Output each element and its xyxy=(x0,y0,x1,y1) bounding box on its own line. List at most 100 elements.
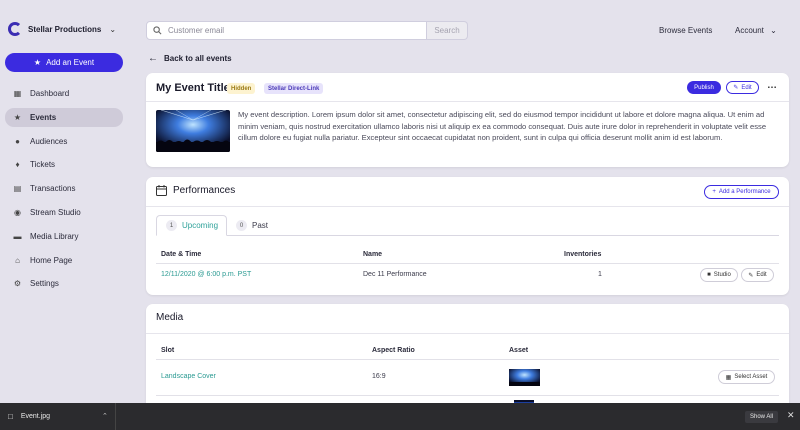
add-event-label: Add an Event xyxy=(46,58,95,67)
event-description: My event description. Lorem ipsum dolor … xyxy=(238,110,767,142)
sidebar-item-label: Transactions xyxy=(30,184,76,194)
column-header-date: Date & Time xyxy=(161,251,202,258)
row-divider xyxy=(156,395,779,396)
sidebar-nav: ▦ Dashboard ★ Events ● Audiences ♦ Ticke… xyxy=(5,84,123,298)
chevron-up-icon[interactable]: ⌃ xyxy=(102,412,108,420)
browse-events-link[interactable]: Browse Events xyxy=(659,26,712,35)
sidebar-item-label: Media Library xyxy=(30,231,79,241)
column-header-name: Name xyxy=(363,251,383,258)
pencil-icon: ✎ xyxy=(748,272,754,279)
sidebar-item-label: Events xyxy=(30,112,57,122)
sidebar-item-media-library[interactable]: ▬ Media Library xyxy=(5,227,123,246)
arrow-left-icon: ← xyxy=(148,53,158,64)
gear-icon: ⚙ xyxy=(13,279,22,289)
column-header-aspect-ratio: Aspect Ratio xyxy=(372,347,415,354)
more-options-button[interactable]: … xyxy=(767,80,777,91)
add-performance-button[interactable]: + Add a Performance xyxy=(704,185,779,199)
back-link[interactable]: ← Back to all events xyxy=(148,53,232,64)
event-card: My Event Title Hidden Stellar Direct-Lin… xyxy=(146,73,789,167)
stream-icon: ◉ xyxy=(14,207,21,217)
sidebar-item-label: Settings xyxy=(30,279,59,289)
divider xyxy=(146,101,789,102)
edit-event-button[interactable]: ✎ Edit xyxy=(726,81,759,94)
select-asset-label: Select Asset xyxy=(734,374,768,380)
sidebar-item-dashboard[interactable]: ▦ Dashboard xyxy=(5,84,123,103)
sidebar-item-transactions[interactable]: ▤ Transactions xyxy=(5,179,123,198)
show-all-button[interactable]: Show All xyxy=(745,411,779,423)
users-icon: ● xyxy=(15,136,20,146)
plus-icon: + xyxy=(712,189,716,195)
column-header-inventories: Inventories xyxy=(564,251,602,258)
divider xyxy=(146,206,789,207)
edit-label: Edit xyxy=(741,84,752,91)
table-header-divider xyxy=(156,359,779,360)
video-camera-icon: ■ xyxy=(707,272,711,278)
home-icon: ⌂ xyxy=(15,255,20,265)
chevron-down-icon: ⌄ xyxy=(770,26,777,35)
table-header-divider xyxy=(156,263,779,264)
search-button[interactable]: Search xyxy=(427,21,468,40)
download-item[interactable]: □ Event.jpg xyxy=(0,403,116,430)
calendar-icon xyxy=(156,185,167,196)
sidebar-item-label: Dashboard xyxy=(30,89,70,98)
download-bar: □ Event.jpg ⌃ Show All ✕ xyxy=(0,403,800,430)
publish-button[interactable]: Publish xyxy=(687,81,721,94)
performances-header: Performances xyxy=(156,185,235,196)
ticket-icon: ♦ xyxy=(15,160,20,170)
account-label: Account xyxy=(735,26,764,35)
event-title: My Event Title xyxy=(156,82,230,94)
add-event-button[interactable]: ★ Add an Event xyxy=(5,53,123,72)
download-file-name: Event.jpg xyxy=(20,413,51,420)
performance-date-link[interactable]: 12/11/2020 @ 6:00 p.m. PST xyxy=(161,271,251,278)
account-menu[interactable]: Account ⌄ xyxy=(735,26,777,35)
file-icon: □ xyxy=(8,412,13,421)
transactions-icon: ▤ xyxy=(13,184,22,194)
column-header-asset: Asset xyxy=(509,347,529,354)
search-input[interactable] xyxy=(168,26,408,35)
sidebar-item-label: Audiences xyxy=(30,136,68,146)
performances-card: Performances + Add a Performance 1 Upcom… xyxy=(146,177,789,295)
studio-button[interactable]: ■ Studio xyxy=(700,268,738,282)
star-icon: ★ xyxy=(33,58,42,67)
sidebar-item-label: Home Page xyxy=(30,255,73,265)
asset-thumbnail xyxy=(509,369,540,386)
sidebar: Stellar Productions ⌄ ★ Add an Event ▦ D… xyxy=(0,0,130,403)
hidden-badge: Hidden xyxy=(227,83,256,94)
tab-past[interactable]: 0 Past xyxy=(236,215,268,236)
tab-label: Past xyxy=(252,221,269,230)
back-label: Back to all events xyxy=(164,54,232,63)
grid-icon: ▦ xyxy=(13,89,22,98)
search-field-wrapper xyxy=(146,21,427,40)
sidebar-item-label: Tickets xyxy=(30,160,56,170)
sidebar-item-tickets[interactable]: ♦ Tickets xyxy=(5,155,123,174)
direct-link-badge: Stellar Direct-Link xyxy=(264,83,324,94)
sidebar-item-stream-studio[interactable]: ◉ Stream Studio xyxy=(5,203,123,222)
column-header-slot: Slot xyxy=(161,347,175,354)
tab-count: 0 xyxy=(236,220,247,231)
tab-underline xyxy=(156,235,779,236)
org-switcher[interactable]: Stellar Productions ⌄ xyxy=(8,22,116,36)
star-icon: ★ xyxy=(13,112,22,122)
select-asset-button[interactable]: ▦ Select Asset xyxy=(718,370,775,384)
media-aspect-ratio: 16:9 xyxy=(372,373,386,380)
org-logo-icon xyxy=(8,22,22,36)
edit-performance-button[interactable]: ✎ Edit xyxy=(741,268,774,282)
close-icon[interactable]: ✕ xyxy=(787,410,795,421)
event-image xyxy=(156,110,230,152)
media-title: Media xyxy=(156,312,184,323)
performance-inventories: 1 xyxy=(598,271,602,278)
sidebar-item-label: Stream Studio xyxy=(30,207,81,217)
sidebar-item-audiences[interactable]: ● Audiences xyxy=(5,132,123,151)
search-icon xyxy=(153,26,162,35)
sidebar-item-events[interactable]: ★ Events xyxy=(5,107,123,127)
search-bar: Search xyxy=(146,21,468,40)
studio-label: Studio xyxy=(713,272,731,278)
sidebar-item-home-page[interactable]: ⌂ Home Page xyxy=(5,251,123,270)
media-card: Media Slot Aspect Ratio Asset Landscape … xyxy=(146,304,789,414)
tab-label: Upcoming xyxy=(182,221,219,230)
sidebar-item-settings[interactable]: ⚙ Settings xyxy=(5,274,123,293)
media-slot-link[interactable]: Landscape Cover xyxy=(161,373,216,380)
performances-title: Performances xyxy=(173,185,236,196)
tab-upcoming[interactable]: 1 Upcoming xyxy=(156,215,227,236)
performance-name: Dec 11 Performance xyxy=(363,271,427,278)
